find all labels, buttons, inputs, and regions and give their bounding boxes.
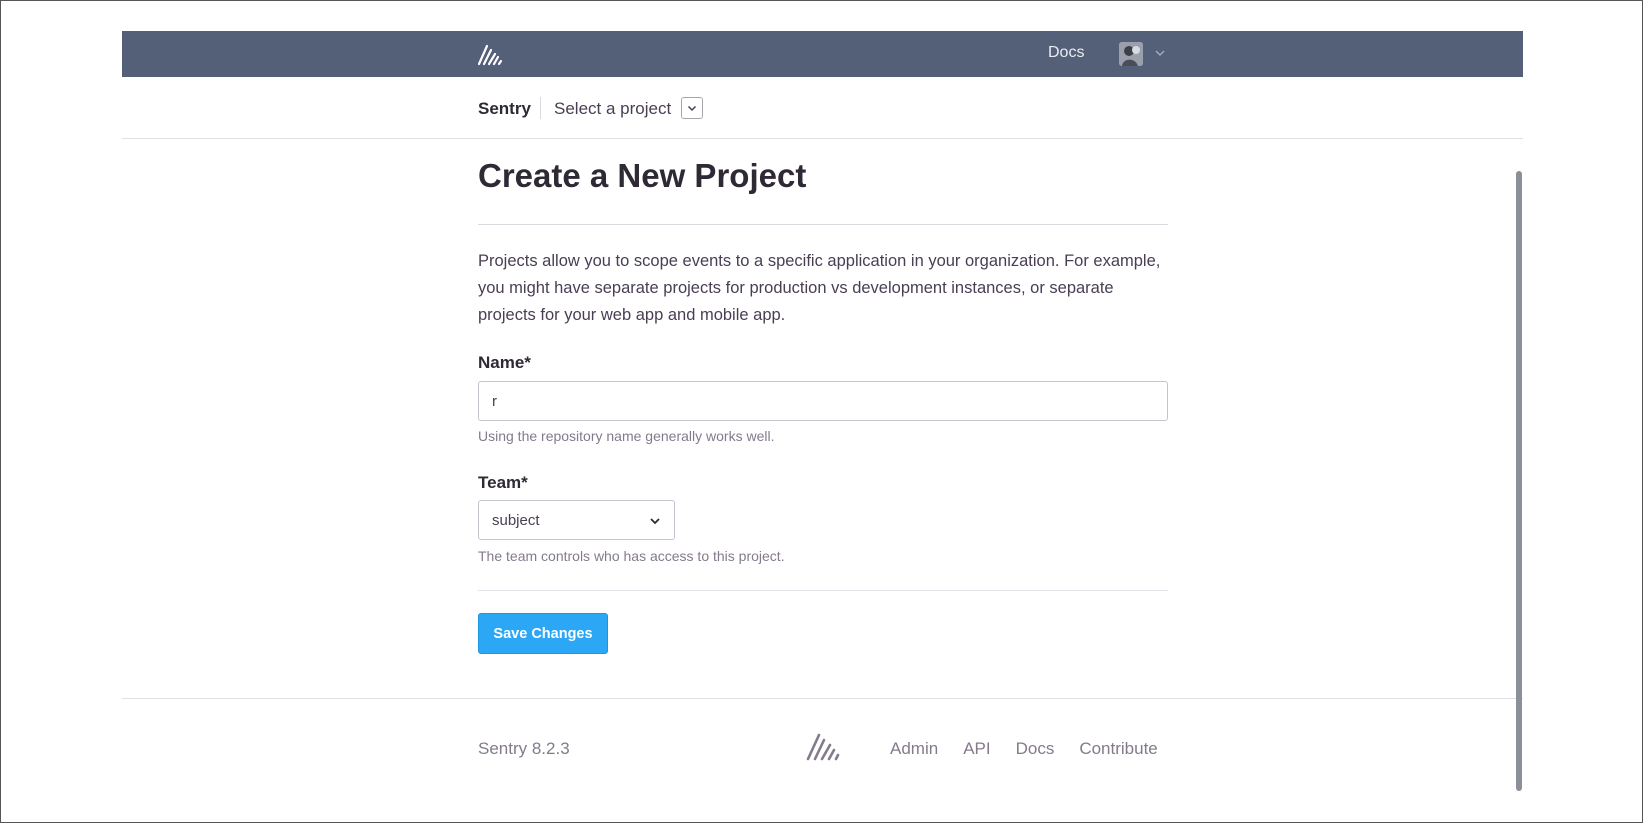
team-help-text: The team controls who has access to this… xyxy=(478,548,785,564)
footer-links: Admin API Docs Contribute xyxy=(890,739,1158,759)
sentry-logo-icon xyxy=(806,733,840,761)
project-name-input[interactable] xyxy=(478,381,1168,421)
org-name[interactable]: Sentry xyxy=(478,99,531,119)
footer-link-api[interactable]: API xyxy=(963,739,990,759)
team-select[interactable]: subject xyxy=(478,500,675,540)
version-text: Sentry 8.2.3 xyxy=(478,739,570,758)
name-label: Name* xyxy=(478,353,531,372)
breadcrumb: Sentry Select a project xyxy=(122,77,1523,139)
footer-link-admin[interactable]: Admin xyxy=(890,739,938,759)
scrollbar-thumb[interactable] xyxy=(1516,171,1522,791)
sentry-logo-icon[interactable] xyxy=(477,42,503,66)
footer-link-contribute[interactable]: Contribute xyxy=(1079,739,1157,759)
chevron-down-icon xyxy=(650,518,660,525)
project-select-label[interactable]: Select a project xyxy=(554,99,671,119)
breadcrumb-divider xyxy=(540,97,541,119)
title-divider xyxy=(478,224,1168,225)
team-label: Team* xyxy=(478,473,528,492)
top-navigation-bar: Docs xyxy=(122,31,1523,77)
save-changes-button[interactable]: Save Changes xyxy=(478,613,608,654)
footer-link-docs[interactable]: Docs xyxy=(1016,739,1055,759)
project-select-button[interactable] xyxy=(681,97,703,119)
docs-link[interactable]: Docs xyxy=(1048,44,1084,62)
form-divider xyxy=(478,590,1168,591)
intro-text: Projects allow you to scope events to a … xyxy=(478,252,1161,324)
team-select-value: subject xyxy=(492,512,540,529)
browser-viewport: Docs Sentry Select a project Create a Ne… xyxy=(0,0,1643,823)
page-title: Create a New Project xyxy=(478,157,807,194)
chevron-down-icon xyxy=(687,105,697,112)
user-avatar[interactable] xyxy=(1119,42,1143,66)
chevron-down-icon[interactable] xyxy=(1153,46,1167,60)
footer: Sentry 8.2.3 Admin API Docs Contribute xyxy=(122,698,1523,778)
name-help-text: Using the repository name generally work… xyxy=(478,428,775,444)
